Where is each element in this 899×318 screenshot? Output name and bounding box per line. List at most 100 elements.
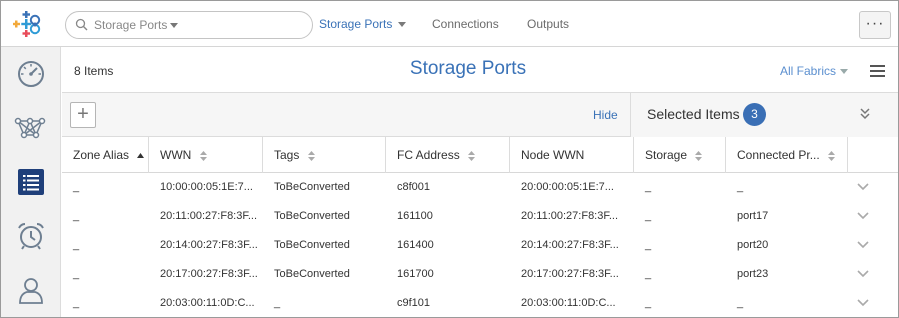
selected-items-panel[interactable]: Selected Items 3 xyxy=(630,93,898,137)
fabric-filter-label: All Fabrics xyxy=(780,64,837,78)
nav-outputs[interactable]: Outputs xyxy=(527,17,569,31)
row-expand-chevron-icon[interactable] xyxy=(857,299,869,307)
cell-zone-alias: _ xyxy=(73,210,80,222)
cell-zone-alias: _ xyxy=(73,268,80,280)
sidebar-item-dashboard[interactable] xyxy=(1,47,61,101)
sort-icon xyxy=(695,150,703,161)
column-header-zone-alias[interactable]: Zone Alias xyxy=(62,137,149,173)
hamburger-menu-icon[interactable] xyxy=(870,65,885,77)
user-icon xyxy=(19,278,43,304)
cell-storage: _ xyxy=(645,297,652,309)
column-header-label: Tags xyxy=(274,148,300,162)
cell-fc-address: c9f101 xyxy=(397,297,431,309)
cell-wwn: 20:17:00:27:F8:3F... xyxy=(160,268,258,280)
sidebar-item-topology[interactable] xyxy=(1,101,61,155)
cell-node-wwn: 20:00:00:05:1E:7... xyxy=(521,181,614,193)
dashboard-gauge-icon xyxy=(18,61,44,87)
table-header: Zone Alias WWN Tags FC Address Node WWN … xyxy=(62,137,898,173)
cell-fc-address: c8f001 xyxy=(397,181,431,193)
table-row[interactable]: _ 20:17:00:27:F8:3F... ToBeConverted 161… xyxy=(62,260,898,289)
sort-icon xyxy=(468,150,476,161)
column-header-fc-address[interactable]: FC Address xyxy=(386,137,510,173)
list-icon xyxy=(18,169,44,195)
search-icon xyxy=(75,18,88,31)
table-row[interactable]: _ 20:11:00:27:F8:3F... ToBeConverted 161… xyxy=(62,202,898,231)
cell-wwn: 10:00:00:05:1E:7... xyxy=(160,181,253,193)
column-header-wwn[interactable]: WWN xyxy=(149,137,263,173)
sort-ascending-icon xyxy=(137,153,145,159)
search-scope-label: Storage Ports xyxy=(94,18,168,32)
cell-tags: ToBeConverted xyxy=(274,268,350,280)
cell-fc-address: 161100 xyxy=(397,210,433,222)
left-sidebar xyxy=(1,47,61,317)
cell-storage: _ xyxy=(645,239,652,251)
row-expand-chevron-icon[interactable] xyxy=(857,183,869,191)
cell-zone-alias: _ xyxy=(73,181,80,193)
alarm-clock-icon xyxy=(18,223,44,250)
cell-zone-alias: _ xyxy=(73,239,80,251)
more-options-button[interactable]: ··· xyxy=(859,11,891,39)
add-button[interactable]: + xyxy=(70,102,96,128)
cell-tags: ToBeConverted xyxy=(274,181,350,193)
cell-connected-port: port23 xyxy=(737,268,769,280)
cell-connected-port: port17 xyxy=(737,210,769,222)
cell-node-wwn: 20:03:00:11:0D:C... xyxy=(521,297,616,309)
cell-node-wwn: 20:14:00:27:F8:3F... xyxy=(521,239,619,251)
sidebar-item-alarms[interactable] xyxy=(1,209,61,263)
cell-fc-address: 161700 xyxy=(397,268,434,280)
cell-wwn: 20:11:00:27:F8:3F... xyxy=(160,210,258,222)
table-row[interactable]: _ 20:03:00:11:0D:C... _ c9f101 20:03:00:… xyxy=(62,289,898,317)
cell-wwn: 20:03:00:11:0D:C... xyxy=(160,297,255,309)
cell-zone-alias: _ xyxy=(73,297,80,309)
chevron-down-icon xyxy=(398,22,407,28)
cell-storage: _ xyxy=(645,181,652,193)
fabric-filter-dropdown[interactable]: All Fabrics xyxy=(780,64,849,78)
row-expand-chevron-icon[interactable] xyxy=(857,212,869,220)
cell-tags: ToBeConverted xyxy=(274,210,350,222)
table-row[interactable]: _ 10:00:00:05:1E:7... ToBeConverted c8f0… xyxy=(62,173,898,202)
column-header-label: FC Address xyxy=(397,148,460,162)
content-header: 8 Items Storage Ports All Fabrics xyxy=(62,47,898,93)
cell-tags: ToBeConverted xyxy=(274,239,350,251)
app-logo-icon[interactable] xyxy=(12,10,43,38)
hide-link[interactable]: Hide xyxy=(593,108,618,122)
column-header-label: WWN xyxy=(160,148,192,162)
nav-connections[interactable]: Connections xyxy=(432,17,499,31)
cell-storage: _ xyxy=(645,210,652,222)
sidebar-item-list[interactable] xyxy=(1,155,61,209)
column-header-label: Storage xyxy=(645,148,688,162)
cell-connected-port: _ xyxy=(737,297,744,309)
search-bar[interactable]: Storage Ports xyxy=(65,11,313,39)
column-header-connected-port[interactable]: Connected Pr... xyxy=(726,137,848,173)
cell-storage: _ xyxy=(645,268,652,280)
double-chevron-down-icon[interactable] xyxy=(859,107,871,121)
column-header-tags[interactable]: Tags xyxy=(263,137,386,173)
column-header-label: Zone Alias xyxy=(73,148,130,162)
network-topology-icon xyxy=(14,117,46,139)
chevron-down-icon[interactable] xyxy=(170,23,178,28)
column-header-node-wwn[interactable]: Node WWN xyxy=(510,137,634,173)
cell-connected-port: _ xyxy=(737,181,744,193)
cell-node-wwn: 20:11:00:27:F8:3F... xyxy=(521,210,619,222)
row-expand-chevron-icon[interactable] xyxy=(857,241,869,249)
sidebar-item-user[interactable] xyxy=(1,263,61,317)
cell-tags: _ xyxy=(274,297,281,309)
selected-items-label: Selected Items xyxy=(647,106,740,122)
column-header-label: Connected Pr... xyxy=(737,148,820,162)
sort-icon xyxy=(828,150,836,161)
page-title: Storage Ports xyxy=(409,58,527,79)
sort-icon xyxy=(307,150,315,161)
chevron-down-icon xyxy=(840,69,849,75)
column-header-label: Node WWN xyxy=(521,148,585,162)
table-toolbar: + Hide Selected Items 3 xyxy=(62,93,898,137)
table-row[interactable]: _ 20:14:00:27:F8:3F... ToBeConverted 161… xyxy=(62,231,898,260)
column-header-storage[interactable]: Storage xyxy=(634,137,726,173)
cell-node-wwn: 20:17:00:27:F8:3F... xyxy=(521,268,619,280)
top-bar: Storage Ports Storage Ports Connections … xyxy=(1,1,898,47)
sort-icon xyxy=(199,150,207,161)
cell-fc-address: 161400 xyxy=(397,239,434,251)
nav-storage-ports[interactable]: Storage Ports xyxy=(319,17,407,31)
selected-count-badge: 3 xyxy=(743,103,766,126)
row-expand-chevron-icon[interactable] xyxy=(857,270,869,278)
cell-connected-port: port20 xyxy=(737,239,769,251)
